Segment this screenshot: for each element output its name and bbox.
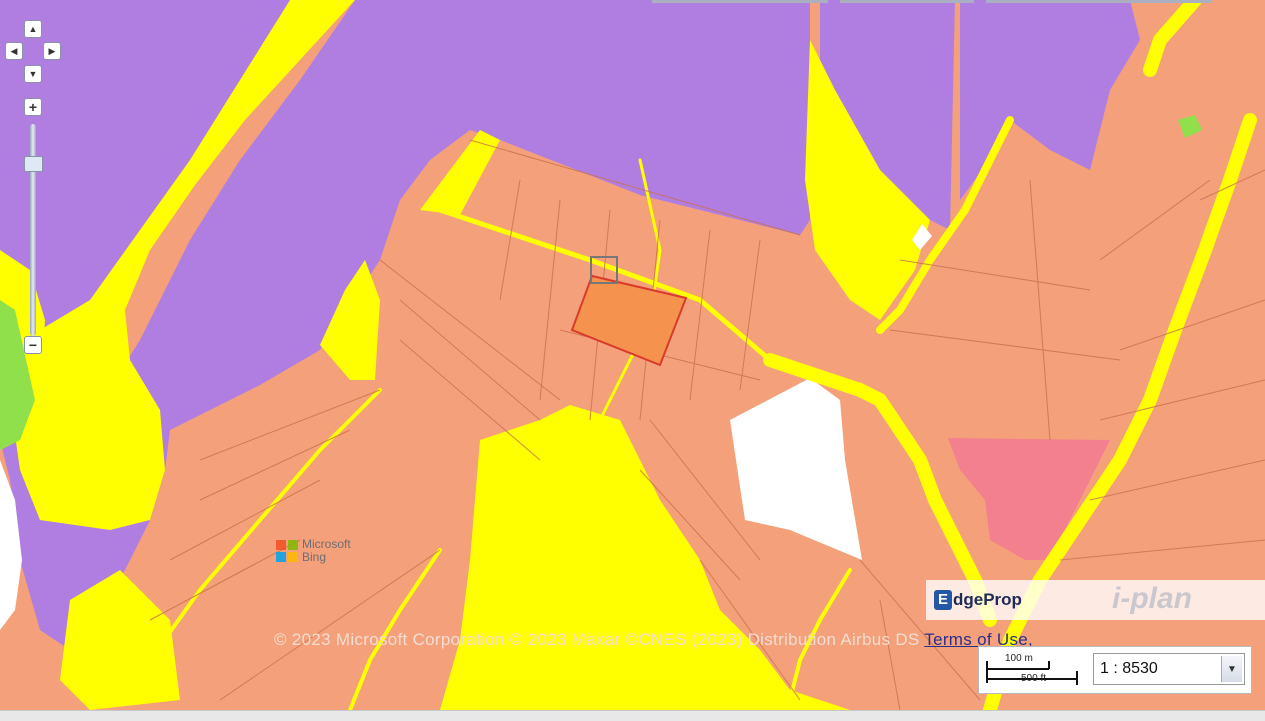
pan-left-button[interactable]: ◀ (5, 42, 23, 60)
bing-logo-product: Bing (302, 550, 327, 564)
map-attribution: © 2023 Microsoft Corporation © 2023 Maxa… (274, 630, 1033, 650)
scale-dropdown[interactable]: 1 : 8530 ▼ (1093, 653, 1245, 685)
zoom-slider-thumb[interactable] (24, 156, 43, 172)
zoom-out-button[interactable]: − (24, 336, 42, 354)
iplan-watermark: i-plan (1112, 582, 1192, 615)
microsoft-logo-icon (276, 540, 298, 562)
chevron-down-icon[interactable]: ▼ (1221, 656, 1242, 682)
pan-up-button[interactable]: ▲ (24, 20, 42, 38)
edgeprop-logo-initial: E (934, 590, 952, 610)
plus-icon: + (28, 99, 38, 115)
pan-right-button[interactable]: ▶ (43, 42, 61, 60)
edgeprop-logo-text: dgeProp (953, 590, 1022, 609)
arrow-left-icon: ◀ (10, 45, 18, 56)
bing-logo: Microsoft Bing (276, 538, 351, 564)
pan-down-button[interactable]: ▼ (24, 65, 42, 83)
watermark-banner: EdgeProp i-plan (926, 580, 1265, 620)
scale-imperial-label: 500 ft (1021, 673, 1047, 684)
toolbar-tab[interactable] (986, 0, 1212, 3)
zoom-in-button[interactable]: + (24, 98, 42, 116)
toolbar-tab[interactable] (652, 0, 828, 3)
arrow-right-icon: ▶ (48, 45, 56, 56)
status-bar (0, 710, 1265, 721)
minus-icon: − (28, 337, 38, 353)
copyright-text: © 2023 Microsoft Corporation © 2023 Maxa… (274, 630, 920, 649)
scale-panel: 100 m 500 ft 1 : 8530 ▼ (978, 646, 1252, 694)
edgeprop-logo: EdgeProp (934, 590, 1022, 610)
scale-metric-label: 100 m (1005, 653, 1033, 664)
arrow-down-icon: ▼ (28, 69, 38, 79)
scale-ratio-value: 1 : 8530 (1100, 660, 1158, 677)
arrow-up-icon: ▲ (28, 24, 38, 34)
toolbar-tab[interactable] (840, 0, 974, 3)
